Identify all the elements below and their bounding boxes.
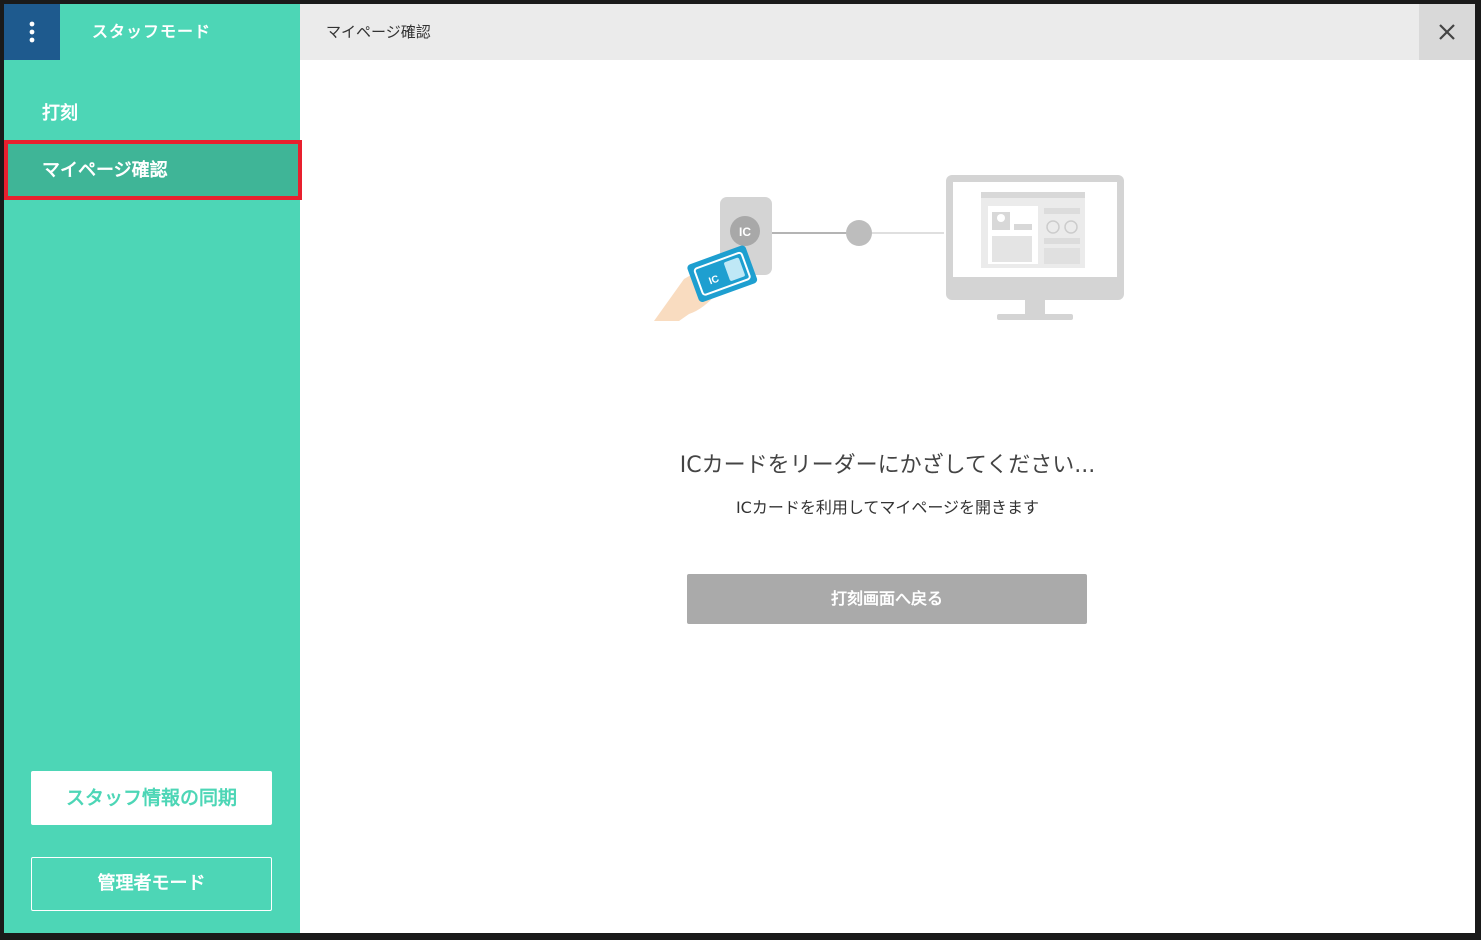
back-to-punch-button[interactable]: 打刻画面へ戻る — [687, 574, 1087, 624]
more-vertical-icon — [29, 21, 35, 43]
svg-text:IC: IC — [739, 225, 751, 239]
close-icon — [1439, 24, 1455, 40]
instruction-subtitle: ICカードを利用してマイページを開きます — [735, 498, 1040, 517]
sidebar-item-punch[interactable]: 打刻 — [4, 86, 300, 142]
page-title: マイページ確認 — [326, 23, 431, 41]
sidebar: スタッフモード 打刻 マイページ確認 スタッフ情報の同期 管理者モード — [4, 4, 302, 933]
ic-card-icon: IC — [687, 245, 758, 303]
instruction-title: ICカードをリーダーにかざしてください... — [679, 453, 1096, 478]
sidebar-item-mypage[interactable]: マイページ確認 — [4, 140, 302, 200]
app-window: スタッフモード 打刻 マイページ確認 スタッフ情報の同期 管理者モード マイペー… — [4, 4, 1475, 933]
close-button[interactable] — [1419, 4, 1475, 60]
connection-dot-icon — [846, 220, 872, 246]
ic-reader-illustration: IC IC — [654, 175, 1124, 321]
admin-mode-button[interactable]: 管理者モード — [31, 857, 272, 911]
monitor-icon — [946, 175, 1124, 320]
menu-button[interactable] — [4, 4, 60, 60]
header: マイページ確認 — [300, 4, 1475, 60]
sidebar-title: スタッフモード — [92, 22, 212, 41]
sync-staff-button[interactable]: スタッフ情報の同期 — [31, 771, 272, 825]
